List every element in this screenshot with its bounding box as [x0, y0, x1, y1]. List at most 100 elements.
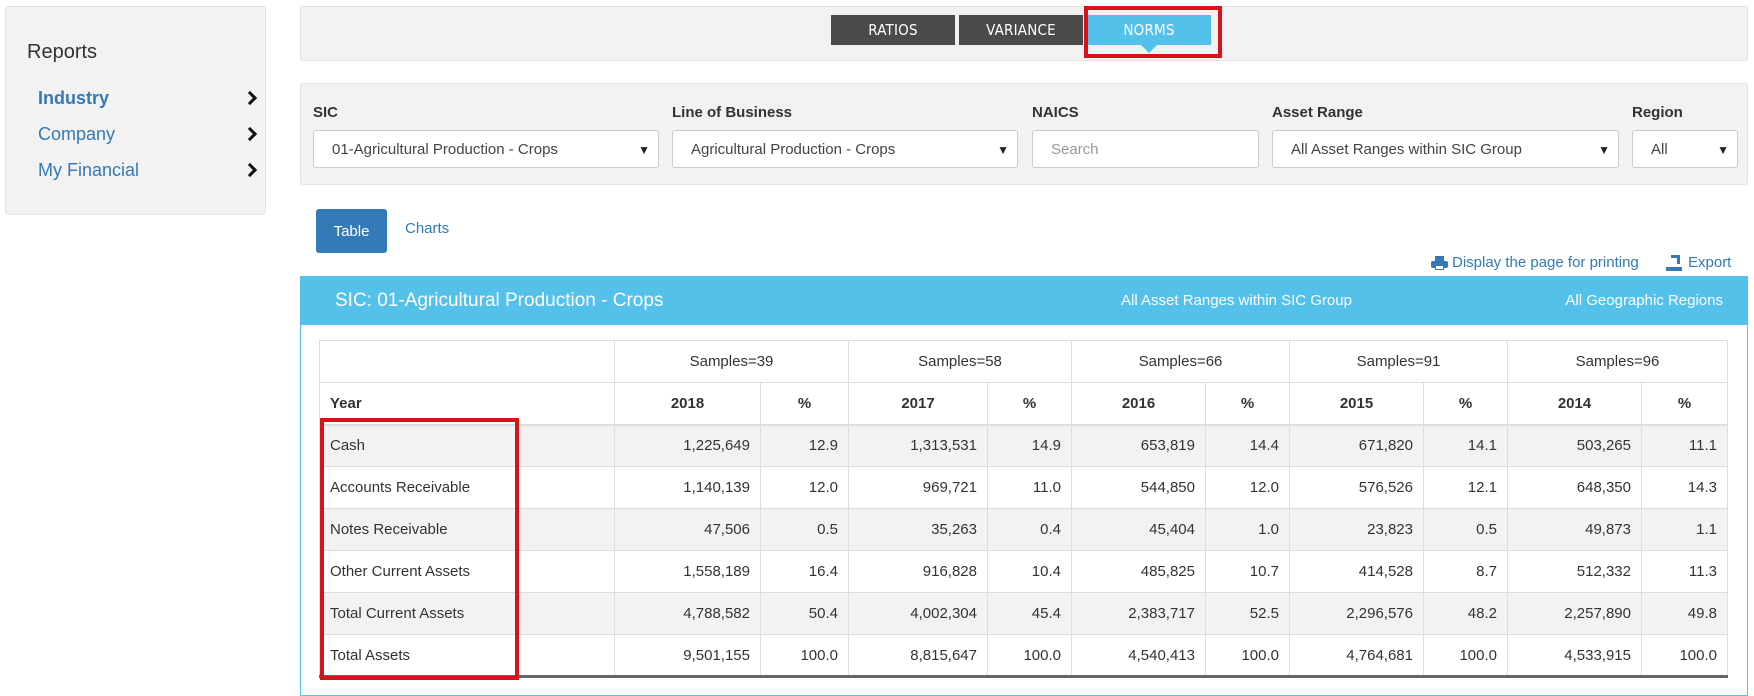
export-link[interactable]: Export [1666, 254, 1731, 271]
sidebar-title: Reports [27, 41, 98, 63]
percent-cell: 16.4 [760, 550, 849, 593]
year-header: 2016 [1071, 382, 1206, 426]
value-cell: 1,313,531 [848, 424, 988, 467]
value-cell: 47,506 [614, 508, 761, 551]
pct-header: % [987, 382, 1072, 426]
percent-cell: 1.0 [1205, 508, 1290, 551]
row-label: Accounts Receivable [319, 466, 615, 509]
year-header: 2015 [1289, 382, 1424, 426]
tab-norms[interactable]: NORMS [1087, 15, 1211, 53]
sic-label: SIC [313, 104, 339, 121]
year-header: 2017 [848, 382, 988, 426]
value-cell: 35,263 [848, 508, 988, 551]
line-of-business-value: Agricultural Production - Crops [691, 140, 896, 158]
value-cell: 2,296,576 [1289, 592, 1424, 635]
printer-icon [1431, 255, 1448, 270]
percent-cell: 48.2 [1423, 592, 1508, 635]
region-label: Region [1632, 104, 1683, 121]
asset-range-label: Asset Range [1272, 104, 1363, 121]
pct-header: % [760, 382, 849, 426]
row-label: Cash [319, 424, 615, 467]
value-cell: 969,721 [848, 466, 988, 509]
tab-variance[interactable]: VARIANCE [959, 15, 1083, 45]
percent-cell: 12.0 [1205, 466, 1290, 509]
percent-cell: 100.0 [987, 634, 1072, 678]
row-label: Total Current Assets [319, 592, 615, 635]
naics-label: NAICS [1032, 104, 1079, 121]
percent-cell: 14.1 [1423, 424, 1508, 467]
table-body: Cash 1,225,649 12.9 1,313,531 14.9 653,819 14.… [319, 424, 1728, 678]
chevron-right-icon [242, 126, 258, 142]
value-cell: 648,350 [1507, 466, 1642, 509]
value-cell: 2,257,890 [1507, 592, 1642, 635]
percent-cell: 12.9 [760, 424, 849, 467]
value-cell: 576,526 [1289, 466, 1424, 509]
naics-placeholder: Search [1051, 140, 1099, 158]
samples-header: Samples=96 [1507, 340, 1728, 383]
table-row: Cash 1,225,649 12.9 1,313,531 14.9 653,819 14.… [319, 424, 1728, 467]
norms-table: Samples=39 Samples=58 Samples=66 Samples… [319, 340, 1728, 678]
empty-header-cell [319, 340, 615, 383]
asset-range-value: All Asset Ranges within SIC Group [1291, 140, 1522, 158]
value-cell: 49,873 [1507, 508, 1642, 551]
region-value: All [1651, 140, 1668, 158]
report-region: All Geographic Regions [1565, 292, 1723, 309]
chevron-right-icon [242, 90, 258, 106]
value-cell: 414,528 [1289, 550, 1424, 593]
reports-sidebar: Reports Industry Company My Financial [5, 6, 266, 215]
value-cell: 503,265 [1507, 424, 1642, 467]
export-label: Export [1688, 254, 1732, 271]
value-cell: 23,823 [1289, 508, 1424, 551]
percent-cell: 100.0 [1423, 634, 1508, 678]
percent-cell: 100.0 [760, 634, 849, 678]
table-view-button[interactable]: Table [316, 209, 387, 253]
value-cell: 916,828 [848, 550, 988, 593]
naics-search-input[interactable]: Search [1032, 130, 1259, 168]
value-cell: 4,788,582 [614, 592, 761, 635]
samples-header: Samples=66 [1071, 340, 1290, 383]
year-label: Year [319, 382, 615, 426]
print-link[interactable]: Display the page for printing [1431, 254, 1639, 271]
year-header: 2018 [614, 382, 761, 426]
value-cell: 9,501,155 [614, 634, 761, 678]
value-cell: 8,815,647 [848, 634, 988, 678]
table-row: Notes Receivable 47,506 0.5 35,263 0.4 45,404… [319, 508, 1728, 551]
year-row: Year 2018 % 2017 % 2016 % 2015 % 2014 % [319, 382, 1728, 426]
region-select[interactable]: All ▼ [1632, 130, 1738, 168]
percent-cell: 11.3 [1641, 550, 1728, 593]
charts-view-link[interactable]: Charts [405, 220, 449, 237]
row-label: Total Assets [319, 634, 615, 678]
percent-cell: 45.4 [987, 592, 1072, 635]
table-row: Total Current Assets 4,788,582 50.4 4,002,3… [319, 592, 1728, 635]
line-of-business-select[interactable]: Agricultural Production - Crops ▼ [672, 130, 1018, 168]
value-cell: 485,825 [1071, 550, 1206, 593]
value-cell: 45,404 [1071, 508, 1206, 551]
samples-row: Samples=39 Samples=58 Samples=66 Samples… [319, 340, 1728, 383]
report-tab-bar: RATIOS VARIANCE NORMS [300, 6, 1748, 61]
sic-select[interactable]: 01-Agricultural Production - Crops ▼ [313, 130, 659, 168]
percent-cell: 10.7 [1205, 550, 1290, 593]
caret-down-icon: ▼ [1598, 143, 1610, 157]
report-panel-header: SIC: 01-Agricultural Production - Crops … [301, 277, 1747, 325]
sidebar-item-my-financial[interactable]: My Financial [38, 156, 263, 184]
value-cell: 4,533,915 [1507, 634, 1642, 678]
value-cell: 671,820 [1289, 424, 1424, 467]
sidebar-item-company[interactable]: Company [38, 120, 263, 148]
asset-range-select[interactable]: All Asset Ranges within SIC Group ▼ [1272, 130, 1619, 168]
sidebar-item-industry[interactable]: Industry [38, 84, 263, 112]
table-row: Other Current Assets 1,558,189 16.4 916,828… [319, 550, 1728, 593]
year-header: 2014 [1507, 382, 1642, 426]
samples-header: Samples=91 [1289, 340, 1508, 383]
percent-cell: 14.9 [987, 424, 1072, 467]
caret-down-icon: ▼ [997, 143, 1009, 157]
pct-header: % [1205, 382, 1290, 426]
row-label: Other Current Assets [319, 550, 615, 593]
value-cell: 4,002,304 [848, 592, 988, 635]
value-cell: 1,225,649 [614, 424, 761, 467]
value-cell: 544,850 [1071, 466, 1206, 509]
tab-ratios[interactable]: RATIOS [831, 15, 955, 45]
percent-cell: 0.5 [1423, 508, 1508, 551]
report-title: SIC: 01-Agricultural Production - Crops [335, 290, 664, 311]
line-of-business-label: Line of Business [672, 104, 793, 121]
sidebar-item-label: Industry [38, 87, 110, 108]
